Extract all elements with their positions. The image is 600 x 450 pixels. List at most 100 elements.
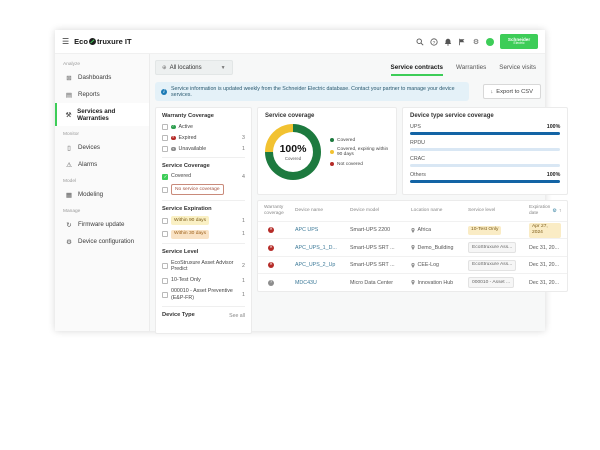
filter-count: 1 (242, 278, 245, 284)
page: ☰ Eco truxure IT ? ⚙ (0, 0, 600, 450)
device-type-coverage-card: Device type service coverage UPS 100% (402, 107, 568, 195)
column-settings-icon[interactable]: ⚙ (552, 208, 556, 214)
sidebar-item-label: Firmware update (78, 221, 124, 228)
bar-label: CRAC (410, 156, 425, 162)
sidebar-item-label: Services and Warranties (77, 108, 141, 122)
see-all-link[interactable]: See all (229, 313, 245, 319)
sidebar-item-dashboards[interactable]: ⊞ Dashboards (55, 69, 149, 86)
sort-asc-icon[interactable]: ↑ (559, 208, 562, 214)
filter-count: 1 (242, 218, 245, 224)
checkbox[interactable] (162, 292, 168, 298)
checkbox[interactable] (162, 124, 168, 130)
help-icon[interactable]: ? (430, 38, 438, 46)
sidebar-item-modeling[interactable]: ▦ Modeling (55, 186, 149, 203)
filter-group-warranty-coverage: Warranty Coverage ✓ Active ✕ Expired 3 (162, 113, 245, 152)
bar-crac (410, 164, 560, 167)
device-name-link[interactable]: APC_UPS_1_D... (295, 245, 347, 251)
location-selector[interactable]: ⊕ All locations ▼ (155, 60, 233, 75)
expiration-cell: Dec 31, 20... (529, 262, 561, 268)
service-coverage-card: Service coverage 100% Covered (257, 107, 397, 195)
filter-count: 1 (242, 146, 245, 152)
no-service-coverage-badge: No service coverage (171, 184, 224, 195)
col-device-model[interactable]: Device model (350, 208, 408, 214)
checkbox[interactable] (162, 146, 168, 152)
sidebar-section-monitor: Monitor (55, 126, 149, 139)
bar-ups (410, 132, 560, 135)
sidebar-item-alarms[interactable]: ⚠ Alarms (55, 156, 149, 173)
device-model-cell: Micro Data Center (350, 280, 408, 286)
tabs: Service contracts Warranties Service vis… (391, 64, 541, 76)
sidebar-item-label: Reports (78, 91, 100, 98)
checkbox[interactable] (162, 231, 168, 237)
search-icon[interactable] (416, 38, 424, 46)
checkbox[interactable] (162, 263, 168, 269)
map-pin-icon (411, 263, 415, 268)
tab-service-contracts[interactable]: Service contracts (391, 64, 444, 76)
tab-warranties[interactable]: Warranties (456, 64, 486, 76)
table-row[interactable]: ✕ APC_UPS_2_Up Smart-UPS SRT ... CEE-Log… (258, 256, 567, 274)
settings-icon[interactable]: ⚙ (472, 38, 480, 46)
bar-label: UPS (410, 124, 421, 130)
table-row[interactable]: ✕ APC UPS Smart-UPS 2200 Africa 10-Test … (258, 221, 567, 239)
filters-panel: Warranty Coverage ✓ Active ✕ Expired 3 (155, 107, 252, 334)
sidebar-item-reports[interactable]: ▤ Reports (55, 86, 149, 103)
notifications-icon[interactable] (444, 38, 452, 46)
sidebar-item-services-and-warranties[interactable]: ⚒ Services and Warranties (55, 103, 149, 126)
col-warranty-coverage[interactable]: Warranty coverage (264, 205, 292, 217)
firmware-update-icon: ↻ (65, 221, 73, 229)
filter-option-no-service-coverage[interactable]: No service coverage (162, 184, 245, 195)
col-device-name[interactable]: Device name (295, 208, 347, 214)
filter-count: 1 (242, 292, 245, 298)
sidebar-item-label: Dashboards (78, 74, 111, 81)
checkbox[interactable] (162, 218, 168, 224)
filter-option-active[interactable]: ✓ Active (162, 124, 245, 131)
bar-rpdu (410, 148, 560, 151)
device-name-link[interactable]: APC UPS (295, 227, 347, 233)
sidebar-item-label: Devices (78, 144, 100, 151)
table-row[interactable]: ✕ APC_UPS_1_D... Smart-UPS SRT ... Demo_… (258, 238, 567, 256)
menu-icon[interactable]: ☰ (62, 37, 69, 46)
warranty-expired-icon: ✕ (268, 227, 274, 233)
checkbox-checked[interactable] (162, 174, 168, 180)
filter-option-asset-preventive[interactable]: 000010 - Asset Preventive (E&P-FR) 1 (162, 288, 245, 301)
device-model-cell: Smart-UPS SRT ... (350, 262, 408, 268)
filter-label: 000010 - Asset Preventive (E&P-FR) (171, 288, 239, 301)
filter-option-within-90-days[interactable]: Within 90 days 1 (162, 216, 245, 225)
reports-icon: ▤ (65, 91, 73, 99)
sidebar-item-devices[interactable]: ▯ Devices (55, 139, 149, 156)
filter-option-within-30-days[interactable]: Within 30 days 1 (162, 230, 245, 239)
devices-icon: ▯ (65, 144, 73, 152)
checkbox[interactable] (162, 135, 168, 141)
table-row[interactable]: ? MDC43U Micro Data Center Innovation Hu… (258, 273, 567, 291)
sidebar-item-firmware-update[interactable]: ↻ Firmware update (55, 216, 149, 233)
filter-option-covered[interactable]: Covered 4 (162, 173, 245, 180)
schneider-electric-logo[interactable]: Schneider Electric (500, 34, 538, 49)
filter-option-expired[interactable]: ✕ Expired 3 (162, 135, 245, 142)
filter-option-asset-advisor-predict[interactable]: EcoStruxure Asset Advisor Predict 2 (162, 260, 245, 273)
checkbox[interactable] (162, 278, 168, 284)
feedback-icon[interactable] (458, 38, 466, 46)
filter-label: Active (179, 124, 193, 131)
export-csv-button[interactable]: ↓ Export to CSV (483, 84, 541, 99)
map-pin-icon (411, 228, 415, 233)
col-service-level[interactable]: Service level (468, 208, 526, 214)
filter-option-10-test-only[interactable]: 10-Test Only 1 (162, 277, 245, 284)
legend-dot (330, 150, 334, 154)
svg-text:?: ? (433, 39, 436, 45)
download-icon: ↓ (491, 89, 494, 95)
sidebar-item-device-configuration[interactable]: ⚙ Device configuration (55, 233, 149, 250)
avatar[interactable] (486, 38, 494, 46)
device-name-link[interactable]: APC_UPS_2_Up (295, 262, 347, 268)
filter-option-unavailable[interactable]: ? Unavailable 1 (162, 146, 245, 153)
warranty-unavailable-icon: ? (268, 280, 274, 286)
filter-title: Warranty Coverage (162, 113, 245, 119)
chevron-down-icon: ▼ (221, 65, 226, 71)
col-location-name[interactable]: Location name (411, 208, 465, 214)
brand-line2: Electric (513, 42, 524, 46)
device-name-link[interactable]: MDC43U (295, 280, 347, 286)
checkbox[interactable] (162, 187, 168, 193)
bar-row-crac: CRAC (410, 156, 560, 167)
location-cell: Africa (411, 227, 465, 233)
col-expiration-date[interactable]: Expiration date ⚙ ↑ (529, 205, 561, 217)
tab-service-visits[interactable]: Service visits (499, 64, 536, 76)
